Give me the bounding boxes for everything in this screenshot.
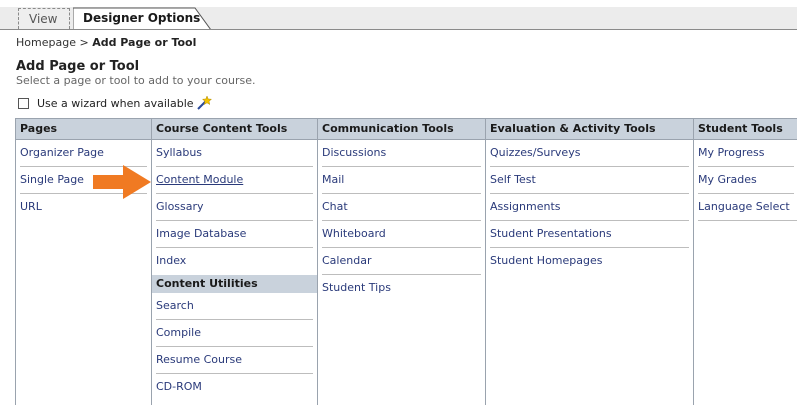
page-title: Add Page or Tool	[16, 59, 140, 74]
course-item-image-database[interactable]: Image Database	[156, 221, 313, 248]
tab-bar: View Designer Options	[0, 0, 797, 30]
student-item-language-select[interactable]: Language Select	[698, 194, 797, 221]
communication-item-mail[interactable]: Mail	[322, 167, 481, 194]
column-evaluation-activity-tools: Evaluation & Activity Tools Quizzes/Surv…	[486, 119, 694, 405]
tools-grid: Pages Organizer Page Single Page URL Cou…	[15, 118, 797, 405]
course-item-glossary[interactable]: Glossary	[156, 194, 313, 221]
student-item-my-grades[interactable]: My Grades	[698, 167, 794, 194]
evaluation-item-student-presentations[interactable]: Student Presentations	[490, 221, 689, 248]
utility-item-search[interactable]: Search	[156, 293, 313, 320]
course-item-content-module[interactable]: Content Module	[156, 167, 313, 194]
communication-item-student-tips[interactable]: Student Tips	[322, 275, 481, 302]
page-root: View Designer Options Homepage > Add Pag…	[0, 0, 797, 405]
column-student-tools: Student Tools My Progress My Grades Lang…	[694, 119, 797, 405]
content-utilities-header: Content Utilities	[152, 275, 317, 293]
evaluation-item-self-test[interactable]: Self Test	[490, 167, 689, 194]
breadcrumb-home[interactable]: Homepage	[16, 36, 76, 49]
column-header: Evaluation & Activity Tools	[486, 119, 693, 140]
breadcrumb-current: Add Page or Tool	[92, 36, 197, 49]
orange-arrow-icon	[93, 165, 151, 199]
course-item-syllabus[interactable]: Syllabus	[156, 140, 313, 167]
course-item-index[interactable]: Index	[156, 248, 313, 275]
communication-item-calendar[interactable]: Calendar	[322, 248, 481, 275]
wizard-option: Use a wizard when available	[18, 96, 212, 110]
tab-view-label: View	[29, 12, 58, 26]
utility-item-compile[interactable]: Compile	[156, 320, 313, 347]
tab-designer-options[interactable]: Designer Options	[73, 7, 212, 30]
communication-item-discussions[interactable]: Discussions	[322, 140, 481, 167]
page-subtitle: Select a page or tool to add to your cou…	[16, 74, 256, 87]
pages-item-organizer-page[interactable]: Organizer Page	[20, 140, 147, 167]
communication-item-whiteboard[interactable]: Whiteboard	[322, 221, 481, 248]
breadcrumb: Homepage > Add Page or Tool	[16, 36, 196, 49]
breadcrumb-separator: >	[79, 36, 89, 49]
evaluation-item-quizzes-surveys[interactable]: Quizzes/Surveys	[490, 140, 689, 167]
wizard-label: Use a wizard when available	[37, 96, 194, 110]
evaluation-item-assignments[interactable]: Assignments	[490, 194, 689, 221]
magic-wand-icon	[196, 96, 212, 110]
tab-underline	[0, 29, 797, 30]
column-course-content-tools: Course Content Tools Syllabus Content Mo…	[152, 119, 318, 405]
communication-item-chat[interactable]: Chat	[322, 194, 481, 221]
column-header: Communication Tools	[318, 119, 485, 140]
student-item-my-progress[interactable]: My Progress	[698, 140, 794, 167]
utility-item-cd-rom[interactable]: CD-ROM	[156, 374, 313, 401]
wizard-checkbox[interactable]	[18, 97, 29, 109]
column-communication-tools: Communication Tools Discussions Mail Cha…	[318, 119, 486, 405]
column-pages: Pages Organizer Page Single Page URL	[16, 119, 152, 405]
column-header: Course Content Tools	[152, 119, 317, 140]
column-header: Pages	[16, 119, 151, 140]
tab-designer-label: Designer Options	[83, 11, 201, 25]
tab-view[interactable]: View	[18, 8, 70, 29]
utility-item-resume-course[interactable]: Resume Course	[156, 347, 313, 374]
evaluation-item-student-homepages[interactable]: Student Homepages	[490, 248, 689, 275]
column-header: Student Tools	[694, 119, 797, 140]
